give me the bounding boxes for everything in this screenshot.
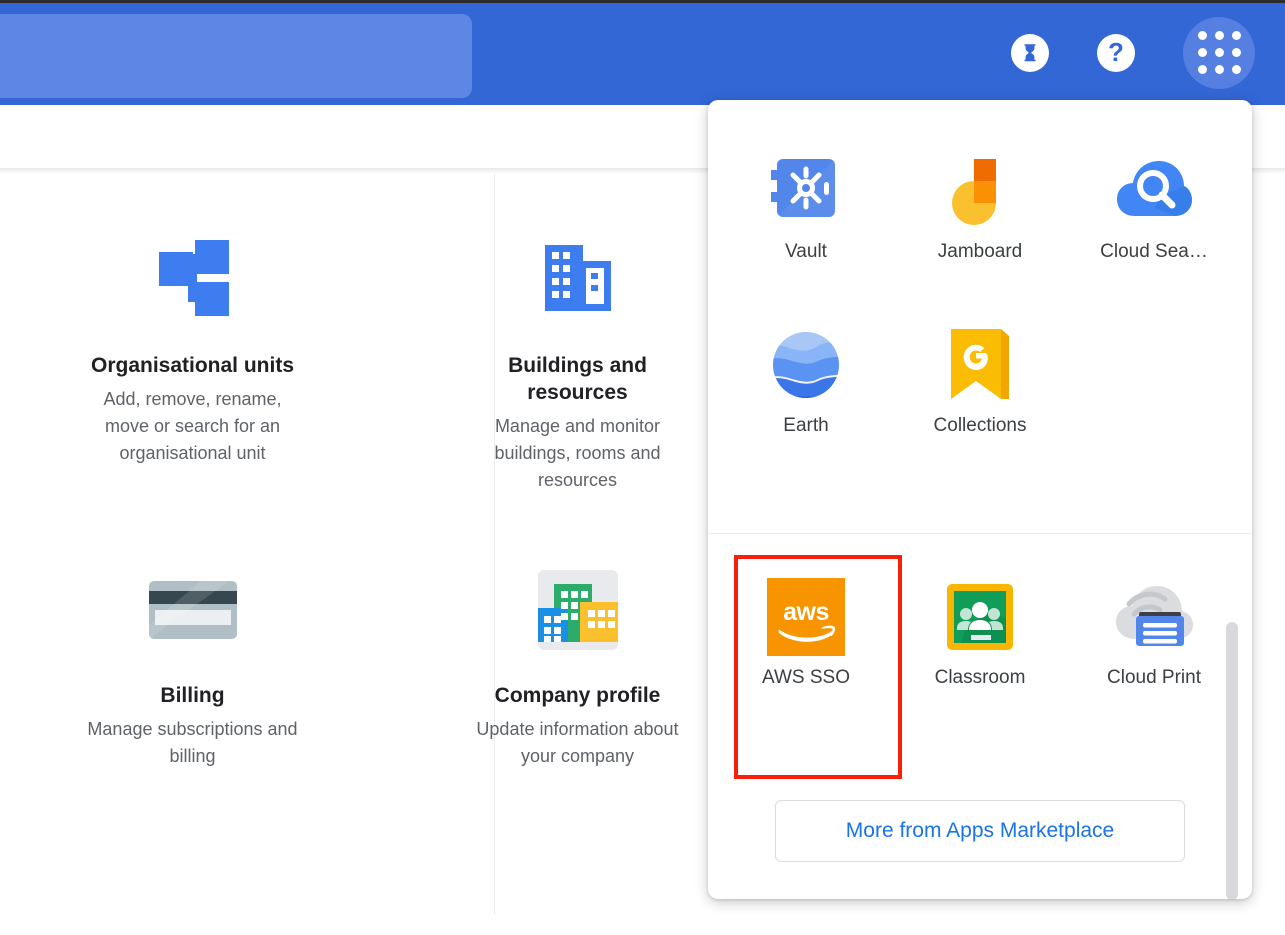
card-billing[interactable]: Billing Manage subscriptions and billing	[0, 504, 385, 834]
card-description: Manage subscriptions and billing	[87, 719, 298, 766]
launcher-scrollbar-thumb[interactable]	[1226, 622, 1238, 899]
card-title: Organisational units	[90, 354, 295, 377]
vault-icon	[769, 152, 843, 230]
app-label: Cloud Sea…	[1100, 241, 1208, 262]
app-row-2: Vault Jamboard Cloud Sea…	[708, 136, 1252, 310]
card-description: Add, remove, rename, move or search for …	[103, 389, 282, 463]
app-row-3: Earth Collections	[708, 310, 1252, 484]
app-cloud-search[interactable]: Cloud Sea…	[1067, 136, 1241, 310]
app-forms[interactable]: Forms	[893, 100, 1067, 136]
app-launcher-panel: Hangouts Forms Keep	[708, 100, 1252, 899]
hourglass-icon[interactable]	[1011, 33, 1049, 72]
app-label: Cloud Print	[1107, 667, 1201, 688]
app-classroom[interactable]: Classroom	[893, 562, 1067, 736]
card-organisational-units[interactable]: Organisational units Add, remove, rename…	[0, 174, 385, 504]
app-keep[interactable]: Keep	[1067, 100, 1241, 136]
app-label: Classroom	[934, 667, 1026, 688]
help-icon-label: ?	[1108, 36, 1124, 67]
help-icon[interactable]: ?	[1097, 33, 1135, 72]
app-hangouts[interactable]: Hangouts	[719, 100, 893, 136]
more-from-apps-marketplace-button[interactable]: More from Apps Marketplace	[775, 800, 1185, 862]
app-cloud-print[interactable]: Cloud Print	[1067, 562, 1241, 736]
card-title: Billing	[160, 684, 225, 707]
svg-text:aws: aws	[783, 598, 829, 626]
app-label: Collections	[933, 415, 1027, 436]
aws-sso-icon: aws	[767, 578, 845, 656]
cloud-print-icon	[1112, 578, 1196, 656]
header-icon-group: ?	[1011, 0, 1255, 105]
app-vault[interactable]: Vault	[719, 136, 893, 310]
card-title: Company profile	[494, 684, 661, 707]
buildings-icon	[543, 232, 613, 328]
app-collections[interactable]: Collections	[893, 310, 1067, 484]
collections-icon	[949, 326, 1011, 404]
launcher-section-divider	[709, 533, 1251, 534]
admin-console-page: ? Organisational units Add, remove, rena…	[0, 0, 1285, 935]
admin-card-grid: Organisational units Add, remove, rename…	[0, 174, 790, 834]
app-empty-slot	[1067, 310, 1241, 484]
search-input[interactable]	[0, 14, 472, 98]
app-label: AWS SSO	[762, 667, 850, 688]
jamboard-icon	[943, 152, 1017, 230]
app-row-4: aws AWS SSO Classroom Cloud Print	[708, 562, 1252, 736]
app-row-clipped: Hangouts Forms Keep	[708, 100, 1252, 136]
top-header-bar: ?	[0, 0, 1285, 105]
apps-grid-dots	[1197, 31, 1241, 74]
marketplace-section: More from Apps Marketplace	[708, 800, 1252, 862]
app-label: Vault	[785, 241, 827, 262]
app-earth[interactable]: Earth	[719, 310, 893, 484]
earth-icon	[770, 326, 842, 404]
app-label: Earth	[783, 415, 829, 436]
company-profile-icon	[536, 562, 620, 658]
organisational-units-icon	[157, 232, 229, 328]
app-label: Jamboard	[937, 241, 1023, 262]
card-description: Update information about your company	[476, 719, 679, 766]
card-title: Buildings and resources	[508, 354, 647, 404]
hourglass-glyph	[1024, 44, 1036, 62]
app-jamboard[interactable]: Jamboard	[893, 136, 1067, 310]
app-aws-sso[interactable]: aws AWS SSO	[719, 562, 893, 736]
cloud-search-icon	[1115, 152, 1193, 230]
classroom-icon	[945, 578, 1015, 656]
billing-card-icon	[148, 562, 237, 658]
card-description: Manage and monitor buildings, rooms and …	[494, 416, 661, 490]
apps-grid-icon[interactable]	[1183, 16, 1255, 89]
